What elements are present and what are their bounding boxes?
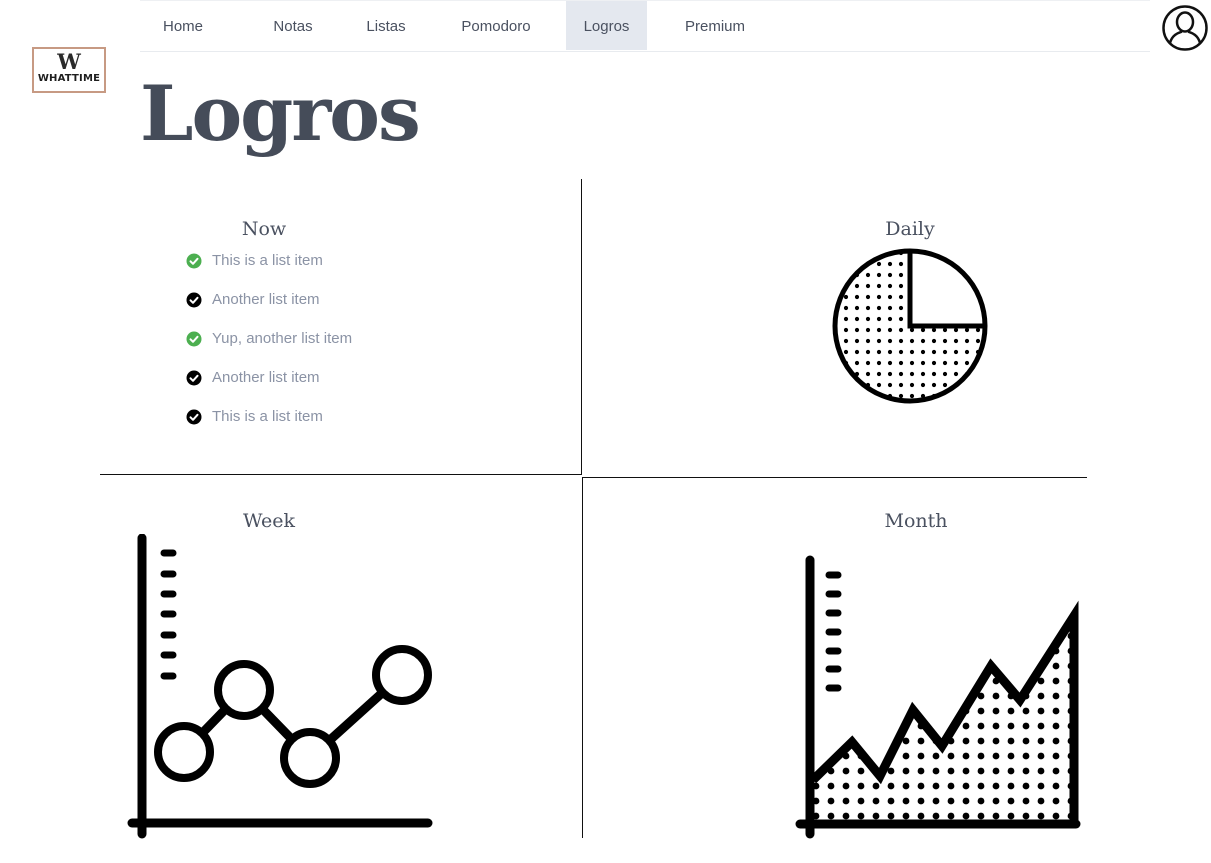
grid-divider-horizontal-right: [582, 477, 1087, 478]
list-item[interactable]: Yup, another list item: [186, 328, 352, 367]
daily-title: Daily: [885, 218, 935, 240]
check-circle-icon: [186, 331, 202, 347]
nav-item-pomodoro[interactable]: Pomodoro: [445, 1, 547, 50]
page-title: Logros: [140, 69, 421, 158]
nav-item-listas[interactable]: Listas: [348, 1, 424, 50]
grid-divider-vertical-bottom: [582, 477, 583, 838]
list-item-label: Yup, another list item: [212, 330, 353, 347]
list-item[interactable]: This is a list item: [186, 250, 352, 289]
list-item-label: Another list item: [212, 369, 320, 386]
nav-item-home[interactable]: Home: [140, 1, 226, 50]
brand-logo[interactable]: W WHATTIME: [32, 47, 106, 93]
now-title: Now: [241, 218, 287, 240]
now-list: This is a list item Another list item Yu…: [186, 250, 352, 445]
check-circle-icon: [186, 253, 202, 269]
list-item-label: This is a list item: [212, 408, 323, 425]
list-item-label: Another list item: [212, 291, 320, 308]
month-title: Month: [884, 510, 948, 532]
pie-chart-icon: [832, 248, 988, 404]
grid-divider-horizontal-left: [100, 474, 582, 475]
area-chart-icon: [795, 555, 1081, 839]
top-navigation: Home Notas Listas Pomodoro Logros Premiu…: [140, 0, 1150, 52]
user-avatar-icon[interactable]: [1162, 5, 1208, 51]
list-item[interactable]: Another list item: [186, 289, 352, 328]
nav-item-premium[interactable]: Premium: [669, 1, 761, 50]
list-item-label: This is a list item: [212, 252, 323, 269]
check-circle-icon: [186, 370, 202, 386]
nav-item-notas[interactable]: Notas: [253, 1, 333, 50]
week-title: Week: [243, 510, 295, 532]
line-chart-icon: [127, 534, 433, 839]
check-circle-icon: [186, 292, 202, 308]
check-circle-icon: [186, 409, 202, 425]
logo-mark: W: [57, 49, 81, 74]
list-item[interactable]: This is a list item: [186, 406, 352, 445]
list-item[interactable]: Another list item: [186, 367, 352, 406]
nav-item-logros[interactable]: Logros: [566, 1, 647, 50]
grid-divider-vertical-top: [581, 179, 582, 475]
logo-text: WHATTIME: [37, 73, 101, 84]
